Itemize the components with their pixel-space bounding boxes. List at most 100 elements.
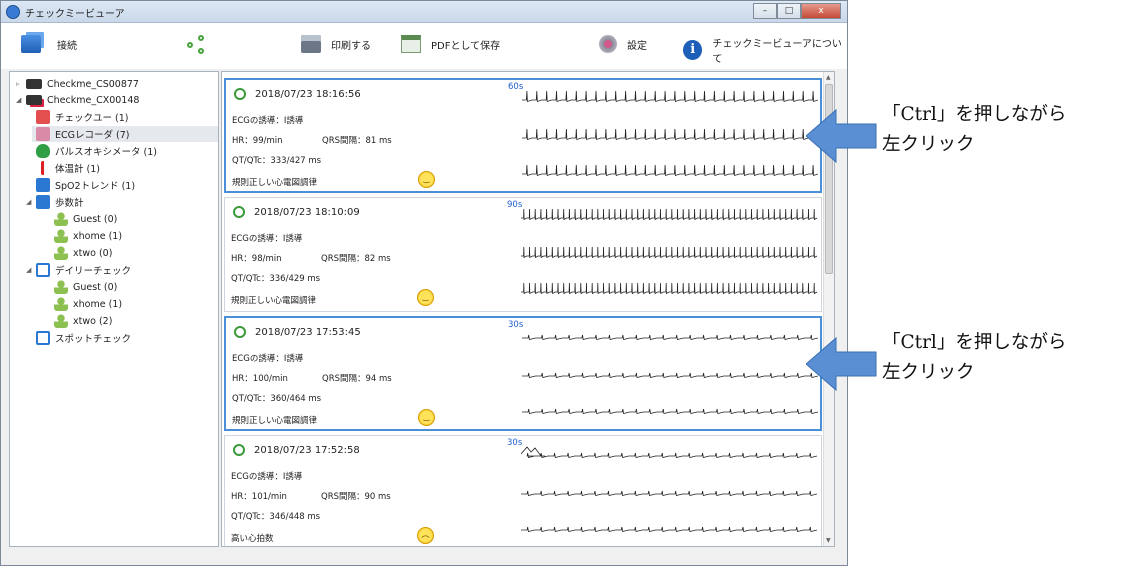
clock-icon (234, 88, 246, 100)
tree-item-checkme-cx00148[interactable]: ◢ Checkme_CX00148 (16, 92, 139, 108)
printer-icon (301, 35, 321, 53)
recording-duration: 60s (508, 82, 524, 92)
device-icon (26, 95, 42, 105)
tree-item-checkyou[interactable]: チェックユー (1) (36, 109, 128, 125)
app-window: チェックミービューア – □ x 接続 印刷する PDFとして保存 設定 i チ… (0, 0, 848, 566)
tree-item-pulse-oximeter[interactable]: パルスオキシメータ (1) (36, 143, 157, 159)
ecg-waveform (522, 164, 818, 177)
trend-icon (36, 178, 50, 192)
smile-icon: ‿ (418, 409, 435, 426)
tree-item-guest[interactable]: Guest (0) (54, 279, 117, 295)
settings-button[interactable]: 設定 (599, 35, 647, 53)
heart-rate: HR：98/min (231, 254, 282, 264)
thermometer-icon (41, 161, 50, 175)
heart-rate: HR：99/min (232, 136, 283, 146)
ecg-waveform (522, 408, 818, 414)
ecg-waveform (521, 490, 817, 496)
tree-item-thermometer[interactable]: 体温計 (1) (36, 160, 100, 176)
ecg-result: 規則正しい心電図調律 (231, 296, 317, 306)
annotation-line2: 左クリック (882, 362, 975, 383)
computer-icon (21, 35, 41, 53)
tree-item-xtwo[interactable]: xtwo (0) (54, 245, 112, 261)
pedometer-icon (36, 195, 50, 209)
qrs-interval: QRS間隔：94 ms (322, 374, 392, 384)
print-label: 印刷する (331, 40, 371, 52)
record-card[interactable]: 2018/07/23 18:16:56 ECGの誘導：I誘導 HR：99/min… (224, 78, 822, 193)
share-button[interactable] (187, 35, 207, 55)
user-icon (54, 229, 68, 243)
annotation-line1: 「Ctrl」を押しながら (882, 332, 1067, 353)
tree-item-label: xhome (1) (73, 298, 123, 310)
record-card[interactable]: 2018/07/23 17:52:58 ECGの誘導：I誘導 HR：101/mi… (224, 435, 822, 546)
tree-item-guest[interactable]: Guest (0) (54, 211, 117, 227)
record-datetime: 2018/07/23 18:16:56 (255, 88, 361, 100)
save-pdf-label: PDFとして保存 (431, 40, 501, 52)
title-bar[interactable]: チェックミービューア – □ x (1, 1, 847, 23)
ecg-lead: ECGの誘導：I誘導 (232, 116, 304, 126)
ecg-icon (36, 127, 50, 141)
pdf-icon (401, 35, 421, 53)
connect-button[interactable]: 接続 (21, 35, 77, 53)
collapse-arrow[interactable]: ◢ (16, 96, 26, 104)
tree-item-label: チェックユー (1) (55, 113, 129, 124)
record-datetime: 2018/07/23 17:52:58 (254, 444, 360, 456)
tree-item-daily-check[interactable]: ◢ デイリーチェック (26, 262, 131, 278)
tree-item-spot-check[interactable]: スポットチェック (36, 330, 131, 346)
save-pdf-button[interactable]: PDFとして保存 (401, 35, 500, 53)
heart-rate: HR：100/min (232, 374, 288, 384)
ecg-result: 規則正しい心電図調律 (232, 416, 318, 426)
minimize-button[interactable]: – (753, 3, 777, 19)
user-icon (54, 314, 68, 328)
scroll-up-arrow-icon[interactable]: ▲ (826, 74, 831, 81)
record-card[interactable]: 2018/07/23 17:53:45 ECGの誘導：I誘導 HR：100/mi… (224, 316, 822, 431)
tree-item-xhome[interactable]: xhome (1) (54, 228, 122, 244)
qt-qtc: QT/QTc：333/427 ms (232, 156, 322, 166)
ecg-waveform (522, 90, 818, 103)
user-icon (54, 280, 68, 294)
device-tree: ▹ Checkme_CS00877 ◢ Checkme_CX00148 チェック… (9, 71, 219, 547)
expand-arrow[interactable]: ▹ (16, 80, 26, 88)
collapse-arrow[interactable]: ◢ (26, 266, 36, 274)
recording-duration: 90s (507, 200, 523, 210)
tree-item-label: スポットチェック (55, 334, 132, 345)
tree-item-checkme-cs00877[interactable]: ▹ Checkme_CS00877 (16, 76, 139, 92)
app-icon (6, 5, 20, 19)
collapse-arrow[interactable]: ◢ (26, 198, 36, 206)
user-icon (54, 212, 68, 226)
close-button[interactable]: x (801, 3, 841, 19)
about-button[interactable]: i チェックミービューアについて (683, 35, 847, 65)
share-icon (187, 35, 207, 55)
qrs-interval: QRS間隔：81 ms (322, 136, 392, 146)
tree-item-xhome[interactable]: xhome (1) (54, 296, 122, 312)
ecg-waveform (521, 282, 817, 295)
clock-icon (234, 326, 246, 338)
settings-label: 設定 (627, 40, 647, 52)
tree-item-xtwo[interactable]: xtwo (2) (54, 313, 112, 329)
tree-item-pedometer[interactable]: ◢ 歩数計 (26, 194, 84, 210)
scroll-down-arrow-icon[interactable]: ▼ (826, 537, 831, 544)
annotation-ctrl-click-1: 「Ctrl」を押しながら 左クリック (806, 100, 1142, 170)
ecg-waveform (521, 208, 817, 221)
gear-icon (599, 35, 617, 53)
annotation-line2: 左クリック (882, 134, 975, 155)
tree-item-ecg-recorder[interactable]: ECGレコーダ (7) (32, 126, 218, 142)
qrs-interval: QRS間隔：82 ms (321, 254, 391, 264)
tree-item-label: 歩数計 (55, 198, 84, 209)
recording-duration: 30s (508, 320, 524, 330)
record-datetime: 2018/07/23 17:53:45 (255, 326, 361, 338)
tree-item-label: xtwo (0) (73, 247, 113, 259)
smile-icon: ‿ (417, 289, 434, 306)
maximize-button[interactable]: □ (777, 3, 801, 19)
record-card[interactable]: 2018/07/23 18:10:09 ECGの誘導：I誘導 HR：98/min… (224, 197, 822, 312)
tree-item-label: Guest (0) (73, 281, 118, 293)
left-arrow-icon (806, 108, 877, 164)
window-title: チェックミービューア (25, 9, 125, 20)
tree-item-label: 体温計 (1) (55, 164, 100, 175)
print-button[interactable]: 印刷する (301, 35, 371, 53)
tree-item-spo2-trend[interactable]: SpO2トレンド (1) (36, 177, 135, 193)
user-icon (54, 297, 68, 311)
ecg-result: 規則正しい心電図調律 (232, 178, 318, 188)
tree-item-label: xhome (1) (73, 230, 123, 242)
tree-item-label: パルスオキシメータ (1) (55, 147, 157, 158)
ecg-lead: ECGの誘導：I誘導 (231, 472, 303, 482)
